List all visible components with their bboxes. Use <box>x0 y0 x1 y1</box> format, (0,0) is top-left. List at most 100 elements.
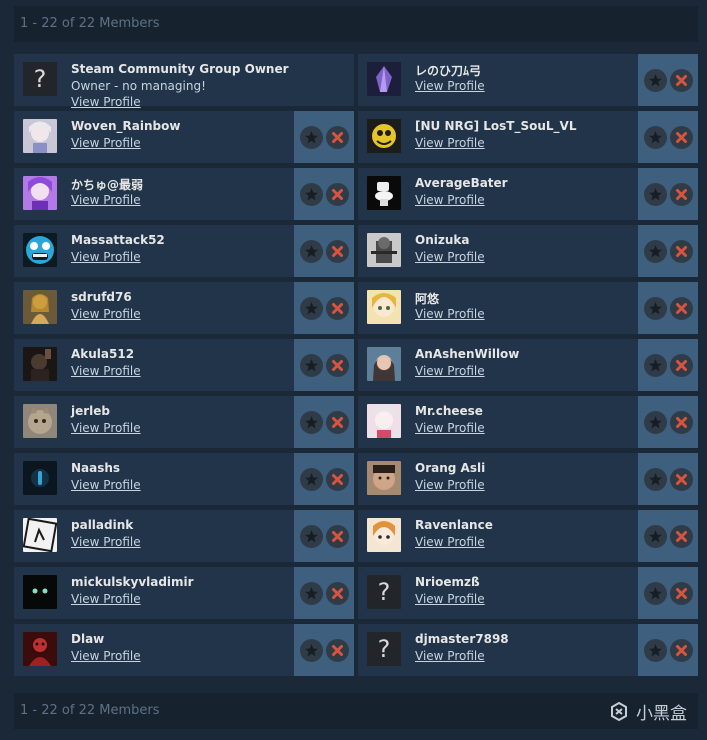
member-name[interactable]: レのひ刀ﾑ弓 <box>415 62 481 79</box>
avatar[interactable] <box>367 290 401 324</box>
remove-member-button[interactable] <box>326 183 349 206</box>
avatar[interactable]: ? <box>367 632 401 666</box>
view-profile-link[interactable]: View Profile <box>415 592 485 606</box>
remove-member-button[interactable] <box>670 582 693 605</box>
member-name[interactable]: jerleb <box>71 404 110 418</box>
promote-officer-button[interactable] <box>300 240 323 263</box>
view-profile-link[interactable]: View Profile <box>71 421 141 435</box>
promote-officer-button[interactable] <box>644 69 667 92</box>
member-name[interactable]: Massattack52 <box>71 233 165 247</box>
view-profile-link[interactable]: View Profile <box>415 649 485 663</box>
member-name[interactable]: palladink <box>71 518 133 532</box>
view-profile-link[interactable]: View Profile <box>415 307 485 321</box>
member-name[interactable]: 阿悠 <box>415 290 439 307</box>
member-name[interactable]: djmaster7898 <box>415 632 509 646</box>
member-name[interactable]: AnAshenWillow <box>415 347 519 361</box>
member-name[interactable]: Mr.cheese <box>415 404 483 418</box>
promote-officer-button[interactable] <box>644 525 667 548</box>
view-profile-link[interactable]: View Profile <box>71 95 141 109</box>
promote-officer-button[interactable] <box>300 183 323 206</box>
remove-member-button[interactable] <box>670 354 693 377</box>
member-name[interactable]: Nrioemzß <box>415 575 480 589</box>
avatar[interactable] <box>23 518 57 552</box>
remove-member-button[interactable] <box>670 297 693 320</box>
promote-officer-button[interactable] <box>644 183 667 206</box>
avatar[interactable] <box>367 119 401 153</box>
view-profile-link[interactable]: View Profile <box>71 535 141 549</box>
avatar[interactable] <box>367 176 401 210</box>
promote-officer-button[interactable] <box>300 468 323 491</box>
remove-member-button[interactable] <box>670 411 693 434</box>
avatar[interactable] <box>23 119 57 153</box>
avatar[interactable] <box>367 233 401 267</box>
view-profile-link[interactable]: View Profile <box>415 193 485 207</box>
avatar[interactable] <box>23 233 57 267</box>
member-name[interactable]: AverageBater <box>415 176 508 190</box>
avatar[interactable] <box>23 575 57 609</box>
avatar[interactable]: ? <box>23 62 57 96</box>
remove-member-button[interactable] <box>670 240 693 263</box>
member-name[interactable]: Ravenlance <box>415 518 493 532</box>
avatar[interactable] <box>23 404 57 438</box>
avatar[interactable] <box>23 176 57 210</box>
member-name[interactable]: Onizuka <box>415 233 469 247</box>
remove-member-button[interactable] <box>670 468 693 491</box>
view-profile-link[interactable]: View Profile <box>71 250 141 264</box>
view-profile-link[interactable]: View Profile <box>415 535 485 549</box>
avatar[interactable] <box>367 347 401 381</box>
avatar[interactable] <box>23 632 57 666</box>
remove-member-button[interactable] <box>326 411 349 434</box>
view-profile-link[interactable]: View Profile <box>415 421 485 435</box>
promote-officer-button[interactable] <box>644 411 667 434</box>
remove-member-button[interactable] <box>326 525 349 548</box>
view-profile-link[interactable]: View Profile <box>415 136 485 150</box>
remove-member-button[interactable] <box>670 639 693 662</box>
view-profile-link[interactable]: View Profile <box>415 79 485 93</box>
member-name[interactable]: sdrufd76 <box>71 290 132 304</box>
promote-officer-button[interactable] <box>644 639 667 662</box>
remove-member-button[interactable] <box>326 297 349 320</box>
member-name[interactable]: Woven_Rainbow <box>71 119 180 133</box>
view-profile-link[interactable]: View Profile <box>71 364 141 378</box>
member-name[interactable]: [NU NRG] LosT_SouL_VL <box>415 119 576 133</box>
avatar[interactable] <box>367 461 401 495</box>
promote-officer-button[interactable] <box>300 582 323 605</box>
promote-officer-button[interactable] <box>644 240 667 263</box>
member-name[interactable]: Orang Asli <box>415 461 485 475</box>
promote-officer-button[interactable] <box>300 297 323 320</box>
avatar[interactable] <box>367 404 401 438</box>
avatar[interactable] <box>23 290 57 324</box>
avatar[interactable] <box>367 62 401 96</box>
promote-officer-button[interactable] <box>300 126 323 149</box>
member-name[interactable]: Akula512 <box>71 347 134 361</box>
member-name[interactable]: Naashs <box>71 461 120 475</box>
remove-member-button[interactable] <box>670 183 693 206</box>
remove-member-button[interactable] <box>670 126 693 149</box>
promote-officer-button[interactable] <box>644 297 667 320</box>
remove-member-button[interactable] <box>670 525 693 548</box>
member-name[interactable]: かちゅ@最弱 <box>71 176 143 193</box>
promote-officer-button[interactable] <box>300 411 323 434</box>
avatar[interactable] <box>23 347 57 381</box>
promote-officer-button[interactable] <box>644 354 667 377</box>
view-profile-link[interactable]: View Profile <box>415 478 485 492</box>
view-profile-link[interactable]: View Profile <box>415 250 485 264</box>
view-profile-link[interactable]: View Profile <box>71 478 141 492</box>
view-profile-link[interactable]: View Profile <box>71 649 141 663</box>
remove-member-button[interactable] <box>326 240 349 263</box>
view-profile-link[interactable]: View Profile <box>415 364 485 378</box>
view-profile-link[interactable]: View Profile <box>71 193 141 207</box>
promote-officer-button[interactable] <box>644 468 667 491</box>
member-name[interactable]: mickulskyvladimir <box>71 575 194 589</box>
remove-member-button[interactable] <box>326 639 349 662</box>
view-profile-link[interactable]: View Profile <box>71 307 141 321</box>
promote-officer-button[interactable] <box>300 639 323 662</box>
promote-officer-button[interactable] <box>300 354 323 377</box>
remove-member-button[interactable] <box>670 69 693 92</box>
view-profile-link[interactable]: View Profile <box>71 136 141 150</box>
member-name[interactable]: Dlaw <box>71 632 104 646</box>
view-profile-link[interactable]: View Profile <box>71 592 141 606</box>
avatar[interactable] <box>23 461 57 495</box>
member-name[interactable]: Steam Community Group Owner <box>71 62 289 76</box>
promote-officer-button[interactable] <box>300 525 323 548</box>
